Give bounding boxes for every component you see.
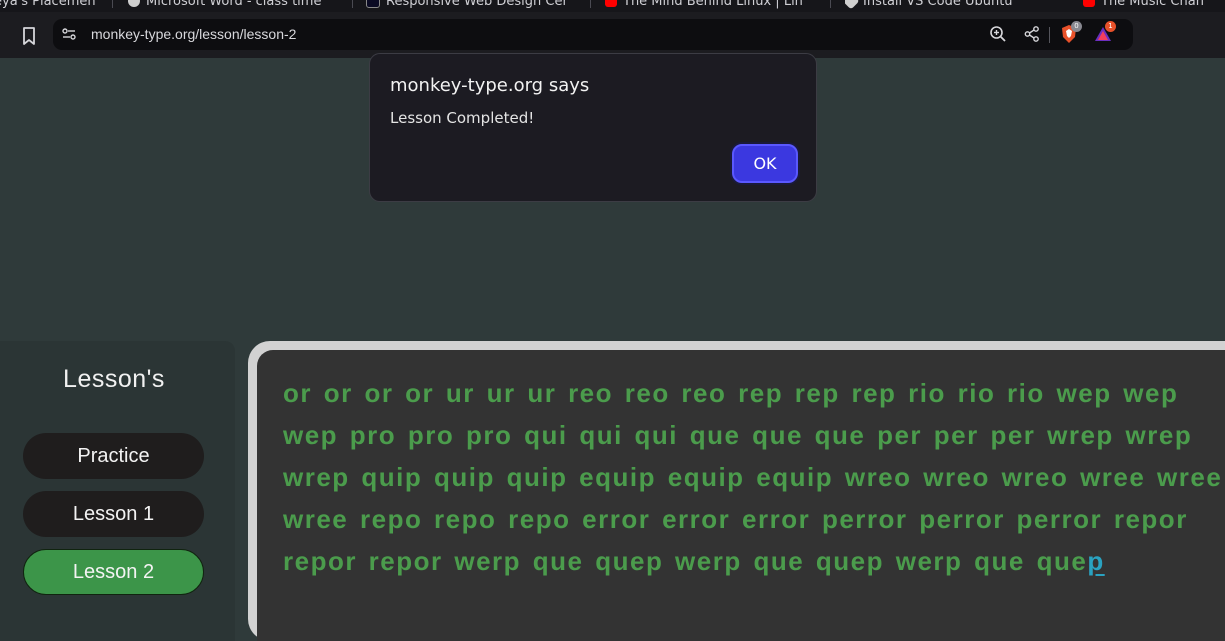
rewards-badge: 1: [1105, 21, 1116, 32]
share-icon[interactable]: [1023, 25, 1041, 43]
tab-divider: [352, 0, 353, 8]
typing-text: or or or or ur ur ur reo reo reo rep rep…: [283, 372, 1223, 582]
tab-title: eya's Placemen: [0, 0, 96, 9]
site-info-icon[interactable]: [61, 26, 77, 42]
lesson-sidebar: Lesson's Practice Lesson 1 Lesson 2: [0, 341, 235, 641]
typing-area[interactable]: or or or or ur ur ur reo reo reo rep rep…: [248, 341, 1225, 641]
lesson-2-button[interactable]: Lesson 2: [23, 549, 204, 595]
url-text[interactable]: monkey-type.org/lesson/lesson-2: [91, 26, 296, 42]
tab-title: Install VS Code Ubuntu: [863, 0, 1013, 9]
dialog-message: Lesson Completed!: [390, 109, 535, 127]
shields-badge: 0: [1071, 21, 1082, 32]
browser-tab[interactable]: Install VS Code Ubuntu: [845, 0, 1013, 9]
browser-tab[interactable]: eya's Placemen: [0, 0, 96, 9]
dialog-title: monkey-type.org says: [390, 75, 590, 96]
cursor-char: p: [1087, 546, 1105, 576]
tab-title: The Music Chan: [1101, 0, 1204, 9]
sidebar-title: Lesson's: [63, 365, 165, 393]
address-bar[interactable]: monkey-type.org/lesson/lesson-2 0 1: [53, 19, 1133, 50]
youtube-icon: [605, 0, 617, 7]
tab-favicon-icon: [128, 0, 140, 7]
alert-dialog: monkey-type.org says Lesson Completed! O…: [369, 53, 817, 202]
typed-text: or or or or ur ur ur reo reo reo rep rep…: [283, 378, 1223, 576]
typing-panel: or or or or ur ur ur reo reo reo rep rep…: [257, 350, 1225, 641]
tab-favicon-icon: [366, 0, 380, 8]
lesson-1-button[interactable]: Lesson 1: [23, 491, 204, 537]
youtube-icon: [1083, 0, 1095, 7]
tab-favicon-icon: [845, 0, 860, 9]
bookmark-icon[interactable]: [18, 25, 40, 47]
ok-button[interactable]: OK: [732, 144, 798, 183]
tab-title: The Mind Behind Linux | Lin: [623, 0, 803, 9]
tab-divider: [112, 0, 113, 8]
tab-title: Microsoft Word - class time: [146, 0, 322, 9]
toolbar-divider: [1049, 27, 1050, 43]
browser-toolbar: monkey-type.org/lesson/lesson-2 0 1: [0, 12, 1225, 58]
tab-title: Responsive Web Design Cer: [386, 0, 568, 9]
browser-tab[interactable]: Microsoft Word - class time: [128, 0, 321, 9]
tab-strip: eya's Placemen Microsoft Word - class ti…: [0, 0, 1225, 12]
tab-divider: [830, 0, 831, 8]
browser-tab[interactable]: The Mind Behind Linux | Lin: [605, 0, 803, 9]
browser-tab[interactable]: Responsive Web Design Cer: [366, 0, 568, 9]
zoom-icon[interactable]: [989, 25, 1007, 43]
practice-button[interactable]: Practice: [23, 433, 204, 479]
browser-tab[interactable]: The Music Chan: [1083, 0, 1204, 9]
tab-divider: [590, 0, 591, 8]
